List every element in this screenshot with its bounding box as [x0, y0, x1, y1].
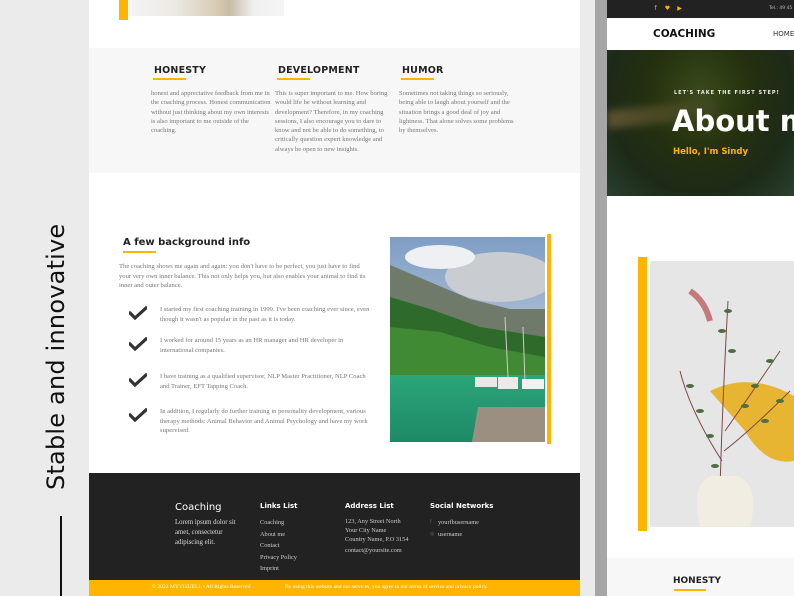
telephone-text: Tel.: 49 45 — [769, 6, 793, 11]
twitter-icon[interactable]: ♥ — [664, 5, 671, 12]
top-bar: f ♥ ▶ Tel.: 49 45 — [607, 0, 794, 18]
values-section-preview: HONESTY — [607, 558, 794, 596]
footer-social: Social Networks f yourfbusername ◎ usernam… — [430, 502, 493, 541]
value-text: Sometimes not taking things so seriously… — [399, 90, 514, 135]
top-image-block — [119, 0, 284, 20]
value-title: HUMOR — [402, 65, 444, 76]
hero-banner: LET'S TAKE THE FIRST STEP! About me Hell… — [607, 50, 794, 196]
value-text: This is super important to me. How borin… — [275, 90, 388, 153]
value-honesty: HONESTY honest and appreciative feedback… — [151, 65, 271, 135]
plant-vase-image — [650, 261, 794, 527]
footer-link-contact[interactable]: Contact — [260, 540, 297, 552]
value-title: HONESTY — [154, 65, 207, 76]
value-title: DEVELOPMENT — [278, 65, 360, 76]
site-logo[interactable]: COACHING — [653, 28, 715, 40]
main-page-mockup: HONESTY honest and appreciative feedback… — [89, 0, 580, 596]
nav-home[interactable]: HOME — [773, 30, 794, 38]
tagline-divider — [60, 516, 62, 596]
hero-kicker: LET'S TAKE THE FIRST STEP! — [674, 90, 780, 96]
title-underline — [674, 589, 706, 591]
footer-link-about[interactable]: About me — [260, 529, 297, 541]
tagline: Stable and innovative — [42, 223, 70, 490]
address-line: Your City Name — [345, 527, 387, 534]
terms-text: By using this website and our services, … — [285, 584, 488, 590]
list-item-text: I worked for around 15 years as an HR ma… — [160, 337, 344, 354]
footer-brand: Coaching — [175, 502, 222, 513]
title-underline — [277, 78, 310, 80]
footer-description: Lorem ipsum dolor sit amet, consectetur … — [175, 519, 236, 546]
footer-social-heading: Social Networks — [430, 502, 494, 510]
value-development: DEVELOPMENT This is super important to m… — [275, 65, 395, 154]
background-title: A few background info — [123, 237, 251, 248]
divider-bar — [595, 0, 607, 596]
footer-links: Links List Coaching About me Contact Pri… — [260, 502, 297, 575]
footer-email-link[interactable]: contact@yoursite.com — [345, 547, 409, 554]
footer: Coaching Lorem ipsum dolor sit amet, con… — [89, 473, 580, 580]
value-humor: HUMOR Sometimes not taking things so ser… — [399, 65, 519, 135]
navbar: COACHING HOME — [607, 18, 794, 50]
check-icon — [129, 408, 147, 422]
footer-link-imprint[interactable]: Imprint — [260, 563, 297, 575]
title-underline — [153, 78, 186, 80]
value-text: honest and appreciative feedback from me… — [151, 90, 271, 135]
hero-title: About me — [672, 104, 794, 138]
hero-subtitle: Hello, I'm Sindy — [673, 147, 749, 157]
social-label: username — [438, 531, 463, 538]
youtube-icon[interactable]: ▶ — [676, 5, 683, 12]
instagram-icon: ◎ — [430, 532, 435, 537]
background-intro: The coaching shows me again and again: y… — [119, 263, 366, 289]
list-item-text: In addition, I regularly do further trai… — [160, 408, 368, 434]
check-icon — [129, 306, 147, 320]
lake-image — [390, 237, 545, 442]
check-icon — [129, 373, 147, 387]
footer-link-privacy[interactable]: Privacy Policy — [260, 552, 297, 564]
title-underline — [401, 78, 434, 80]
copyright-text: © 2022 MYVISUELL • All Rights Reserved — [152, 584, 251, 590]
social-link-facebook[interactable]: f yourfbusername — [430, 517, 493, 529]
footer-links-heading: Links List — [260, 502, 298, 510]
copyright-bar: © 2022 MYVISUELL • All Rights Reserved B… — [89, 580, 580, 596]
footer-link-coaching[interactable]: Coaching — [260, 517, 297, 529]
address-line: 123, Any Street North — [345, 518, 401, 525]
vase-image — [129, 0, 284, 16]
social-link-instagram[interactable]: ◎ username — [430, 529, 493, 541]
list-item-text: I have training as a qualified superviso… — [160, 373, 366, 390]
footer-address-heading: Address List — [345, 502, 394, 510]
address-line: Country Name, P.O 3154 — [345, 536, 409, 543]
footer-address: Address List 123, Any Street North Your … — [345, 502, 409, 554]
facebook-icon: f — [430, 520, 432, 525]
values-section: HONESTY honest and appreciative feedback… — [89, 48, 580, 173]
accent-bar — [547, 234, 551, 444]
social-label: yourfbusername — [438, 519, 479, 526]
accent-bar — [119, 0, 128, 20]
accent-bar — [638, 257, 647, 531]
about-page-preview: f ♥ ▶ Tel.: 49 45 COACHING HOME LET'S TA… — [607, 0, 794, 596]
title-underline — [123, 251, 156, 253]
list-item-text: I started my first coaching training in … — [160, 306, 370, 323]
facebook-icon[interactable]: f — [652, 5, 659, 12]
value-title: HONESTY — [673, 576, 722, 586]
check-icon — [129, 337, 147, 351]
